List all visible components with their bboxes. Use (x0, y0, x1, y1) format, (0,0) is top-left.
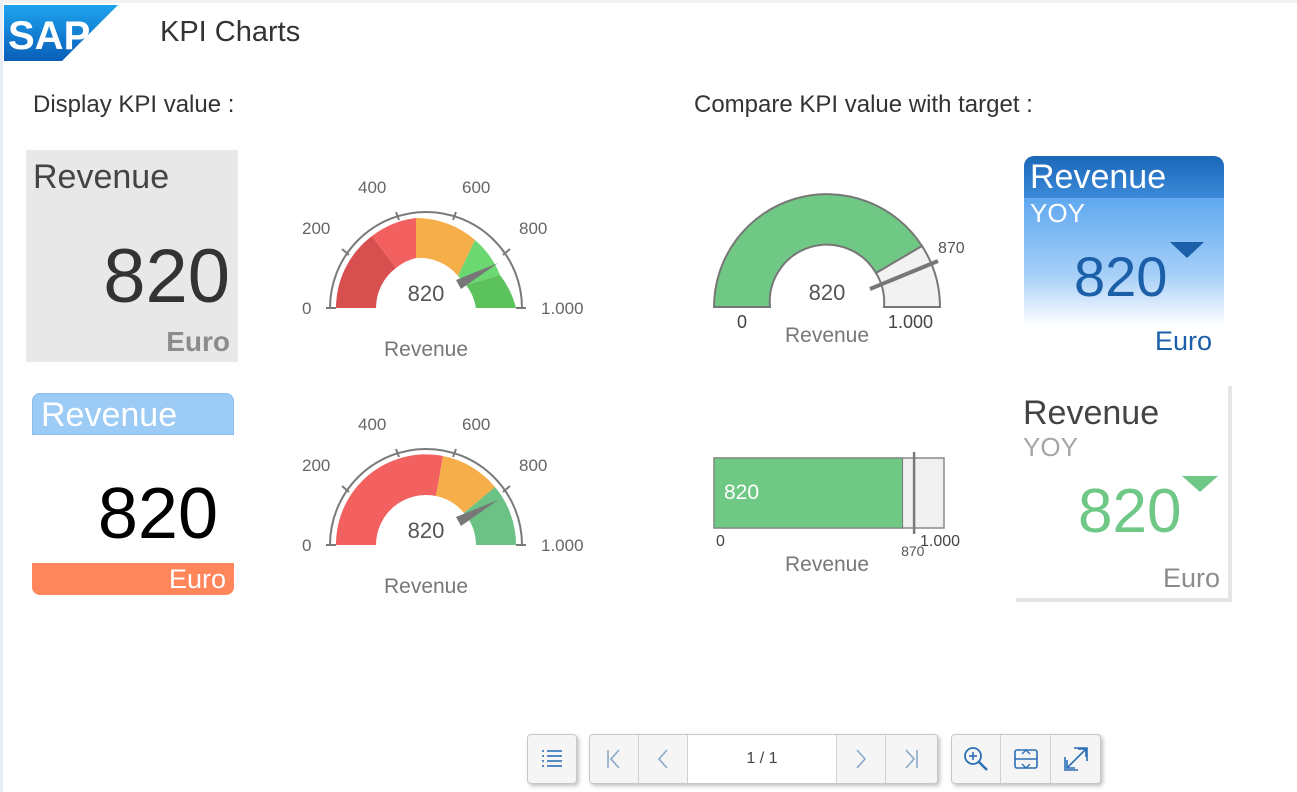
gauge-caption: Revenue (384, 338, 468, 361)
kpi-tile-subtitle: YOY (1030, 198, 1085, 228)
gauge-tick-label: 1.000 (541, 299, 584, 318)
chevron-right-icon (856, 749, 867, 769)
compare-section-title: Compare KPI value with target : (694, 91, 1033, 118)
last-page-button[interactable] (886, 735, 936, 783)
sap-logo: SAP (4, 5, 118, 61)
list-icon (542, 750, 562, 767)
first-page-icon (607, 749, 620, 769)
target-gauge-value-label: 820 (809, 280, 846, 305)
gauge-tick (395, 211, 400, 221)
kpi-tile-value: 820 (103, 234, 230, 319)
kpi-tile-4[interactable]: Revenue YOY 820 Euro (1016, 386, 1232, 602)
gauge-tick-label: 1.000 (541, 536, 584, 555)
kpi-tile-value: 820 (1074, 245, 1168, 308)
kpi-tile-title: Revenue (1030, 158, 1167, 196)
gauge-tick-label: 200 (302, 456, 330, 475)
gauge-2[interactable]: 0 200 400 600 800 1.000 820 Revenue (290, 407, 600, 607)
kpi-tile-header: Revenue (32, 393, 234, 435)
fit-page-button[interactable] (1001, 735, 1051, 783)
kpi-tile-subtitle: YOY (1023, 432, 1078, 462)
trend-down-icon (1182, 476, 1218, 492)
gauge-value-label: 820 (408, 518, 445, 543)
gauge-tick-label: 400 (358, 415, 386, 434)
target-gauge[interactable]: 0 1.000 870 820 Revenue (700, 185, 990, 355)
target-gauge-caption: Revenue (785, 324, 869, 347)
display-section-title: Display KPI value : (33, 91, 235, 118)
next-page-button[interactable] (837, 735, 886, 783)
last-page-icon (905, 749, 918, 769)
gauge-tick-label: 800 (519, 456, 547, 475)
bullet-value-label: 820 (724, 481, 759, 504)
bullet-chart[interactable]: 820 0 1.000 870 Revenue (700, 450, 990, 590)
gauge-tick-label: 0 (302, 536, 311, 555)
window-top-border (0, 0, 1297, 3)
gauge-value-label: 820 (408, 281, 445, 306)
kpi-tile-3[interactable]: Revenue YOY 820 Euro (1024, 156, 1224, 358)
kpi-tile-unit: Euro (1162, 563, 1220, 593)
kpi-tile-2[interactable]: Revenue 820 Euro (32, 393, 234, 595)
target-gauge-target-label: 870 (938, 240, 965, 257)
first-page-button[interactable] (590, 735, 639, 783)
fit-page-icon (1013, 749, 1038, 769)
gauge-tick-label: 800 (519, 219, 547, 238)
gauge-tick (452, 448, 457, 458)
gauge-tick (395, 448, 400, 458)
bullet-max-label: 1.000 (920, 533, 960, 550)
gauge-tick-label: 600 (462, 178, 490, 197)
gauge-tick (452, 211, 457, 221)
chevron-left-icon (657, 749, 668, 769)
gauge-tick-label: 400 (358, 178, 386, 197)
gauge-tick-label: 600 (462, 415, 490, 434)
target-gauge-min-label: 0 (737, 312, 747, 332)
kpi-tile-title: Revenue (41, 396, 178, 434)
kpi-tile-value: 820 (1078, 477, 1182, 546)
pagination-toolbar: 1 / 1 (589, 734, 938, 784)
zoom-button[interactable] (952, 735, 1001, 783)
zoom-in-icon (964, 747, 988, 771)
previous-page-button[interactable] (639, 735, 688, 783)
kpi-tile-unit: Euro (1154, 326, 1212, 356)
trend-down-icon (1170, 242, 1204, 258)
kpi-tile-title: Revenue (1023, 394, 1160, 432)
kpi-tile-value: 820 (97, 474, 218, 554)
gauge-tick-label: 200 (302, 219, 330, 238)
bullet-min-label: 0 (716, 533, 725, 550)
bullet-target-label: 870 (901, 543, 925, 559)
gauge-caption: Revenue (384, 575, 468, 598)
kpi-tile-footer: Euro (32, 563, 234, 595)
target-gauge-max-label: 1.000 (888, 312, 933, 332)
fullscreen-button[interactable] (1051, 735, 1100, 783)
kpi-tile-unit: Euro (168, 564, 226, 594)
gauge-tick-label: 0 (302, 299, 311, 318)
expand-icon (1063, 747, 1088, 771)
kpi-tile-unit: Euro (166, 326, 230, 357)
window-left-border (0, 0, 3, 792)
page-indicator[interactable]: 1 / 1 (688, 735, 837, 783)
gauge-1[interactable]: 0 200 400 600 800 1.000 820 Revenue (290, 170, 600, 370)
view-toolbar (951, 734, 1101, 784)
kpi-tile-title: Revenue (33, 158, 170, 196)
bullet-caption: Revenue (785, 553, 869, 576)
table-of-contents-button[interactable] (527, 734, 577, 784)
app-title: KPI Charts (160, 16, 301, 48)
sap-logo-text: SAP (8, 14, 90, 58)
kpi-tile-1[interactable]: Revenue 820 Euro (26, 150, 238, 362)
